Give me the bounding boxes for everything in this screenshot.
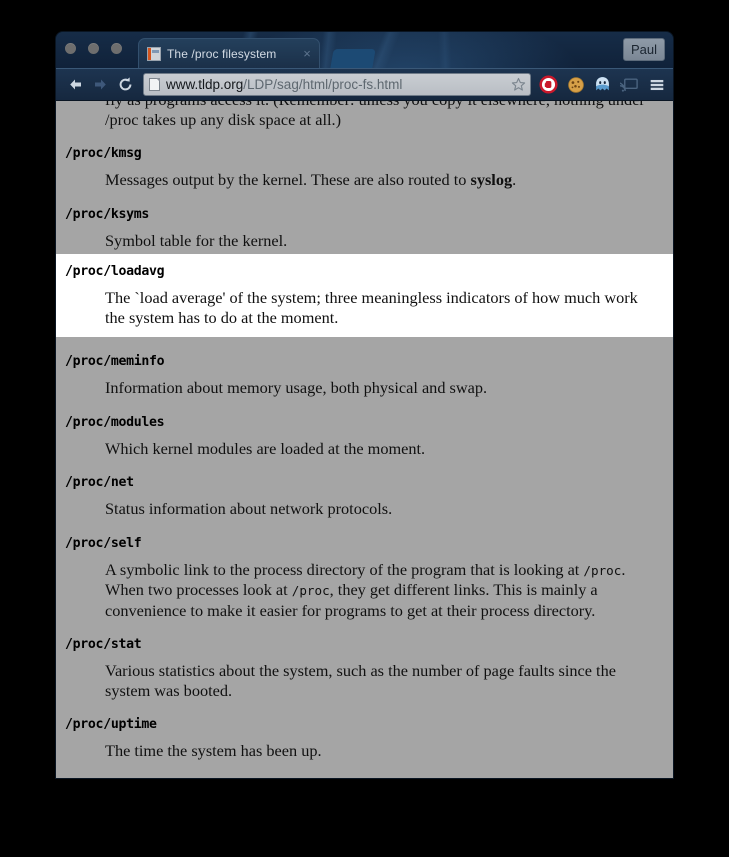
entry-definition: Symbol table for the kernel. [56,222,673,251]
definition-text: Various statistics about the system, suc… [105,661,616,700]
lead-paragraph-code: /proc [105,109,139,129]
entry-definition: Status information about network protoco… [56,490,673,519]
definition-text: Status information about network protoco… [105,499,393,518]
browser-toolbar: www.tldp.org/LDP/sag/html/proc-fs.html [56,68,673,101]
lead-paragraph: fly as programs access it. (Remember: un… [56,101,673,129]
url-text: www.tldp.org/LDP/sag/html/proc-fs.html [166,77,507,92]
page-favicon-icon [147,46,161,61]
entry-term: /proc/net [65,475,134,490]
tab-title: The /proc filesystem [167,46,277,61]
definition-text: Symbol table for the kernel. [105,230,288,250]
url-path: /LDP/sag/html/proc-fs.html [243,77,403,92]
definition-text: Which kernel modules are loaded at the m… [105,438,426,458]
window-controls [65,43,122,54]
tab-strip: The /proc filesystem × Paul [56,32,673,68]
browser-window: The /proc filesystem × Paul www.tldp.org… [56,32,673,778]
entry-term: /proc/loadavg [65,264,165,279]
inline-code: /proc [583,562,622,578]
page-document-icon [149,78,160,91]
back-arrow-icon[interactable] [63,72,88,97]
lead-paragraph-line1: fly as programs access it. (Remember: un… [105,101,645,109]
highlighted-entry: /proc/loadavg The `load average' of the s… [56,254,673,337]
entry-term: /proc/kmsg [65,146,142,161]
adblock-icon[interactable] [539,75,558,94]
bookmark-star-icon[interactable] [511,77,526,92]
cast-icon[interactable] [620,75,639,94]
address-bar[interactable]: www.tldp.org/LDP/sag/html/proc-fs.html [143,73,531,96]
reload-icon[interactable] [113,72,138,97]
entry-definition: Information about memory usage, both phy… [56,369,673,398]
cookie-icon[interactable] [566,75,585,94]
url-host: www.tldp.org [166,77,244,92]
ghostery-icon[interactable] [593,75,612,94]
definition-text-tail: . [512,170,517,189]
window-maximize-button[interactable] [111,43,122,54]
tab-close-icon[interactable]: × [299,46,315,62]
entry-term: /proc/meminfo [65,354,165,369]
tab-strip-decoration [330,49,376,68]
definition-text: A symbolic link to the process directory… [105,559,584,579]
tab-proc-filesystem[interactable]: The /proc filesystem × [138,38,320,68]
forward-arrow-icon[interactable] [88,72,113,97]
entry-term: /proc/modules [65,414,165,430]
lead-paragraph-line2: takes up any disk space at all.) [138,109,341,129]
definition-text: The time the system has been up. [105,741,322,760]
window-close-button[interactable] [65,43,76,54]
window-minimize-button[interactable] [88,43,99,54]
entry-term: /proc/ksyms [65,206,150,222]
entry-definition: Various statistics about the system, suc… [56,652,673,700]
entry-term: /proc/version [56,778,673,779]
entry-definition: The `load average' of the system; three … [56,279,673,327]
inline-code: /proc [291,583,330,598]
definition-emphasis: syslog [470,170,513,189]
entry-definition: A symbolic link to the process directory… [56,551,673,621]
entry-definition: The time the system has been up. [56,732,673,761]
definition-text: Information about memory usage, both phy… [105,378,488,397]
entry-term: /proc/self [65,535,142,551]
definition-list: /proc/kmsg Messages output by the kernel.… [56,146,673,778]
document-body: fly as programs access it. (Remember: un… [56,101,673,778]
page-viewport[interactable]: fly as programs access it. (Remember: un… [56,101,673,778]
entry-term: /proc/stat [65,637,142,652]
entry-definition: Messages output by the kernel. These are… [56,161,673,190]
profile-button[interactable]: Paul [622,38,665,61]
menu-icon[interactable] [647,75,666,94]
definition-text: Messages output by the kernel. These are… [105,170,471,189]
extension-toolbar [537,75,666,94]
entry-term: /proc/uptime [65,717,157,732]
entry-definition: Which kernel modules are loaded at the m… [56,430,673,459]
definition-text: The `load average' of the system; three … [105,288,638,327]
